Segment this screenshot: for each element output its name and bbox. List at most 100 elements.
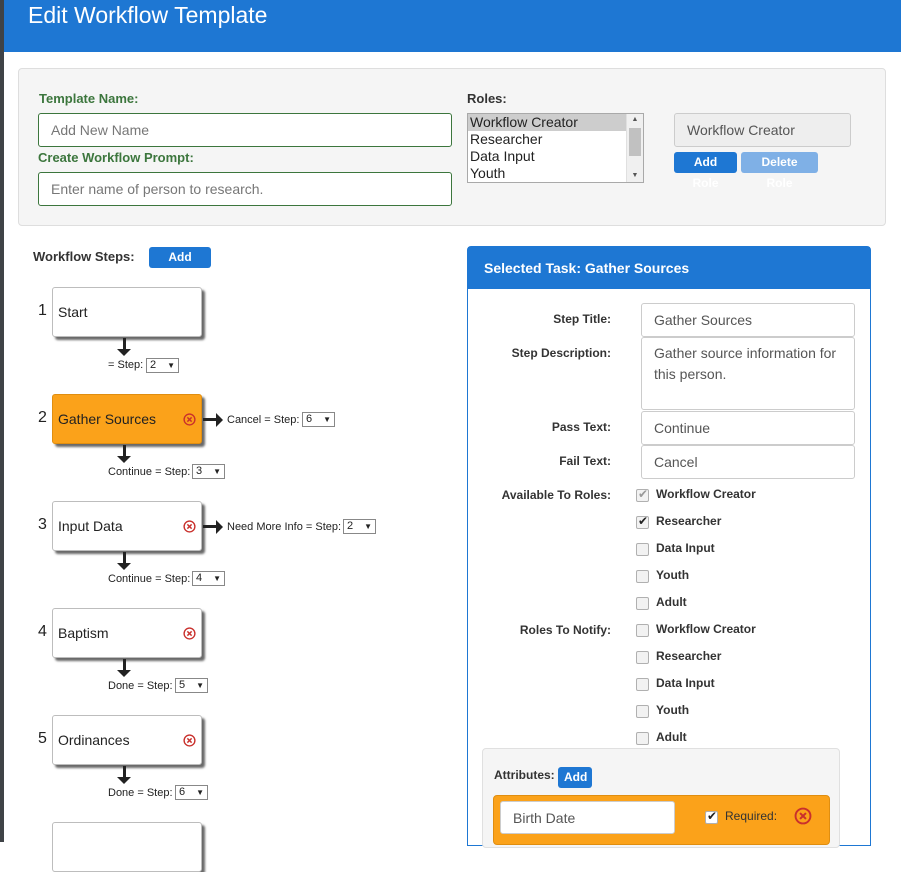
arrow-down-icon	[117, 670, 131, 677]
select-value: 4	[196, 572, 203, 584]
window-edge	[0, 0, 4, 842]
checkmark-icon: ✔	[638, 514, 649, 528]
step-number: 2	[38, 409, 47, 426]
step-description-label: Step Description:	[511, 346, 611, 360]
role-option[interactable]: Youth	[468, 165, 626, 182]
step-card-gather-sources[interactable]: Gather Sources	[52, 394, 202, 444]
roles-to-notify-label: Roles To Notify:	[519, 623, 611, 637]
add-role-button[interactable]: Add Role	[674, 152, 737, 190]
roles-scrollbar[interactable]: ▲ ▼	[626, 114, 643, 182]
connector-line	[123, 552, 126, 563]
scroll-down-icon[interactable]: ▼	[627, 170, 643, 182]
arrow-down-icon	[117, 456, 131, 463]
fail-text-label: Fail Text:	[559, 454, 611, 468]
notify-role-checkbox[interactable]	[636, 732, 649, 745]
next-step-select[interactable]: 4 ▼	[192, 571, 225, 586]
remove-circle-icon[interactable]	[183, 734, 196, 747]
step-title: Input Data	[58, 518, 123, 534]
selected-role-field: Workflow Creator	[674, 113, 851, 147]
roles-label: Roles:	[467, 91, 507, 106]
scroll-up-icon[interactable]: ▲	[627, 114, 643, 126]
next-step-select[interactable]: 6 ▼	[175, 785, 208, 800]
next-step-select[interactable]: 5 ▼	[175, 678, 208, 693]
available-role-checkbox[interactable]	[636, 570, 649, 583]
next-step-select[interactable]: 3 ▼	[192, 464, 225, 479]
available-role-checkbox[interactable]	[636, 543, 649, 556]
transition-label: Continue = Step:	[108, 466, 191, 478]
role-option[interactable]: Workflow Creator	[468, 114, 626, 131]
delete-role-button[interactable]: Delete Role	[741, 152, 818, 190]
step-number: 4	[38, 623, 47, 640]
fail-text-input[interactable]: Cancel	[641, 445, 855, 479]
step-card-partial[interactable]	[52, 822, 202, 872]
connector-line	[123, 766, 126, 777]
remove-circle-icon[interactable]	[183, 520, 196, 533]
connector-line	[123, 445, 126, 456]
next-step-select[interactable]: 2 ▼	[146, 358, 179, 373]
remove-circle-icon[interactable]	[794, 807, 812, 825]
select-value: 2	[150, 359, 157, 371]
template-name-input[interactable]: Add New Name	[38, 113, 452, 147]
transition-label: = Step:	[108, 359, 144, 371]
step-card-baptism[interactable]: Baptism	[52, 608, 202, 658]
page-title: Edit Workflow Template	[28, 2, 268, 28]
transition-label: Cancel = Step:	[227, 414, 300, 426]
notify-role-checkbox[interactable]	[636, 624, 649, 637]
role-checkbox-label: Workflow Creator	[656, 622, 756, 636]
pass-text-input[interactable]: Continue	[641, 411, 855, 445]
select-value: 2	[347, 520, 354, 532]
scroll-thumb[interactable]	[629, 128, 641, 156]
role-checkbox-label: Data Input	[656, 676, 715, 690]
connector-line	[203, 418, 217, 421]
checkmark-icon: ✔	[707, 809, 718, 823]
transition-label: Done = Step:	[108, 787, 173, 799]
add-attribute-button[interactable]: Add	[558, 767, 592, 788]
connector-line	[123, 338, 126, 349]
dropdown-arrow-icon: ▼	[196, 788, 204, 797]
remove-circle-icon[interactable]	[183, 627, 196, 640]
step-title: Baptism	[58, 625, 109, 641]
roles-listbox[interactable]: Workflow Creator Researcher Data Input Y…	[467, 113, 644, 183]
step-card-start[interactable]: Start	[52, 287, 202, 337]
step-number: 1	[38, 302, 47, 319]
role-checkbox-label: Youth	[656, 568, 690, 582]
required-checkbox[interactable]: ✔	[705, 809, 718, 824]
step-description-textarea[interactable]: Gather source information for this perso…	[641, 337, 855, 410]
role-checkbox-label: Researcher	[656, 514, 722, 528]
dropdown-arrow-icon: ▼	[364, 522, 372, 531]
need-info-step-select[interactable]: 2 ▼	[343, 519, 376, 534]
cancel-step-select[interactable]: 6 ▼	[302, 412, 335, 427]
arrow-down-icon	[117, 777, 131, 784]
transition-label: Need More Info = Step:	[227, 521, 342, 533]
remove-circle-icon[interactable]	[183, 413, 196, 426]
select-value: 6	[179, 786, 186, 798]
role-option[interactable]: Data Input	[468, 148, 626, 165]
role-checkbox-label: Researcher	[656, 649, 722, 663]
role-checkbox-label: Adult	[656, 730, 687, 744]
connector-line	[203, 525, 217, 528]
workflow-prompt-input[interactable]: Enter name of person to research.	[38, 172, 452, 206]
add-step-button[interactable]: Add Step	[149, 247, 211, 285]
transition-label: Continue = Step:	[108, 573, 191, 585]
step-card-ordinances[interactable]: Ordinances	[52, 715, 202, 765]
arrow-down-icon	[117, 563, 131, 570]
title-bar: Edit Workflow Template	[4, 0, 901, 52]
notify-role-checkbox[interactable]	[636, 705, 649, 718]
notify-role-checkbox[interactable]	[636, 651, 649, 664]
available-role-checkbox: ✔	[636, 487, 649, 502]
step-title: Ordinances	[58, 732, 130, 748]
step-card-input-data[interactable]: Input Data	[52, 501, 202, 551]
role-option[interactable]: Researcher	[468, 131, 626, 148]
workflow-steps-label: Workflow Steps:	[33, 249, 135, 264]
notify-role-checkbox[interactable]	[636, 678, 649, 691]
available-roles-label: Available To Roles:	[501, 488, 611, 502]
select-value: 3	[196, 465, 203, 477]
dropdown-arrow-icon: ▼	[196, 681, 204, 690]
step-title: Gather Sources	[58, 411, 157, 427]
available-role-checkbox[interactable]	[636, 597, 649, 610]
attribute-name-input[interactable]: Birth Date	[500, 801, 675, 834]
select-value: 6	[306, 413, 313, 425]
available-role-checkbox[interactable]: ✔	[636, 514, 649, 529]
checkmark-icon: ✔	[638, 487, 649, 501]
step-title-input[interactable]: Gather Sources	[641, 303, 855, 337]
